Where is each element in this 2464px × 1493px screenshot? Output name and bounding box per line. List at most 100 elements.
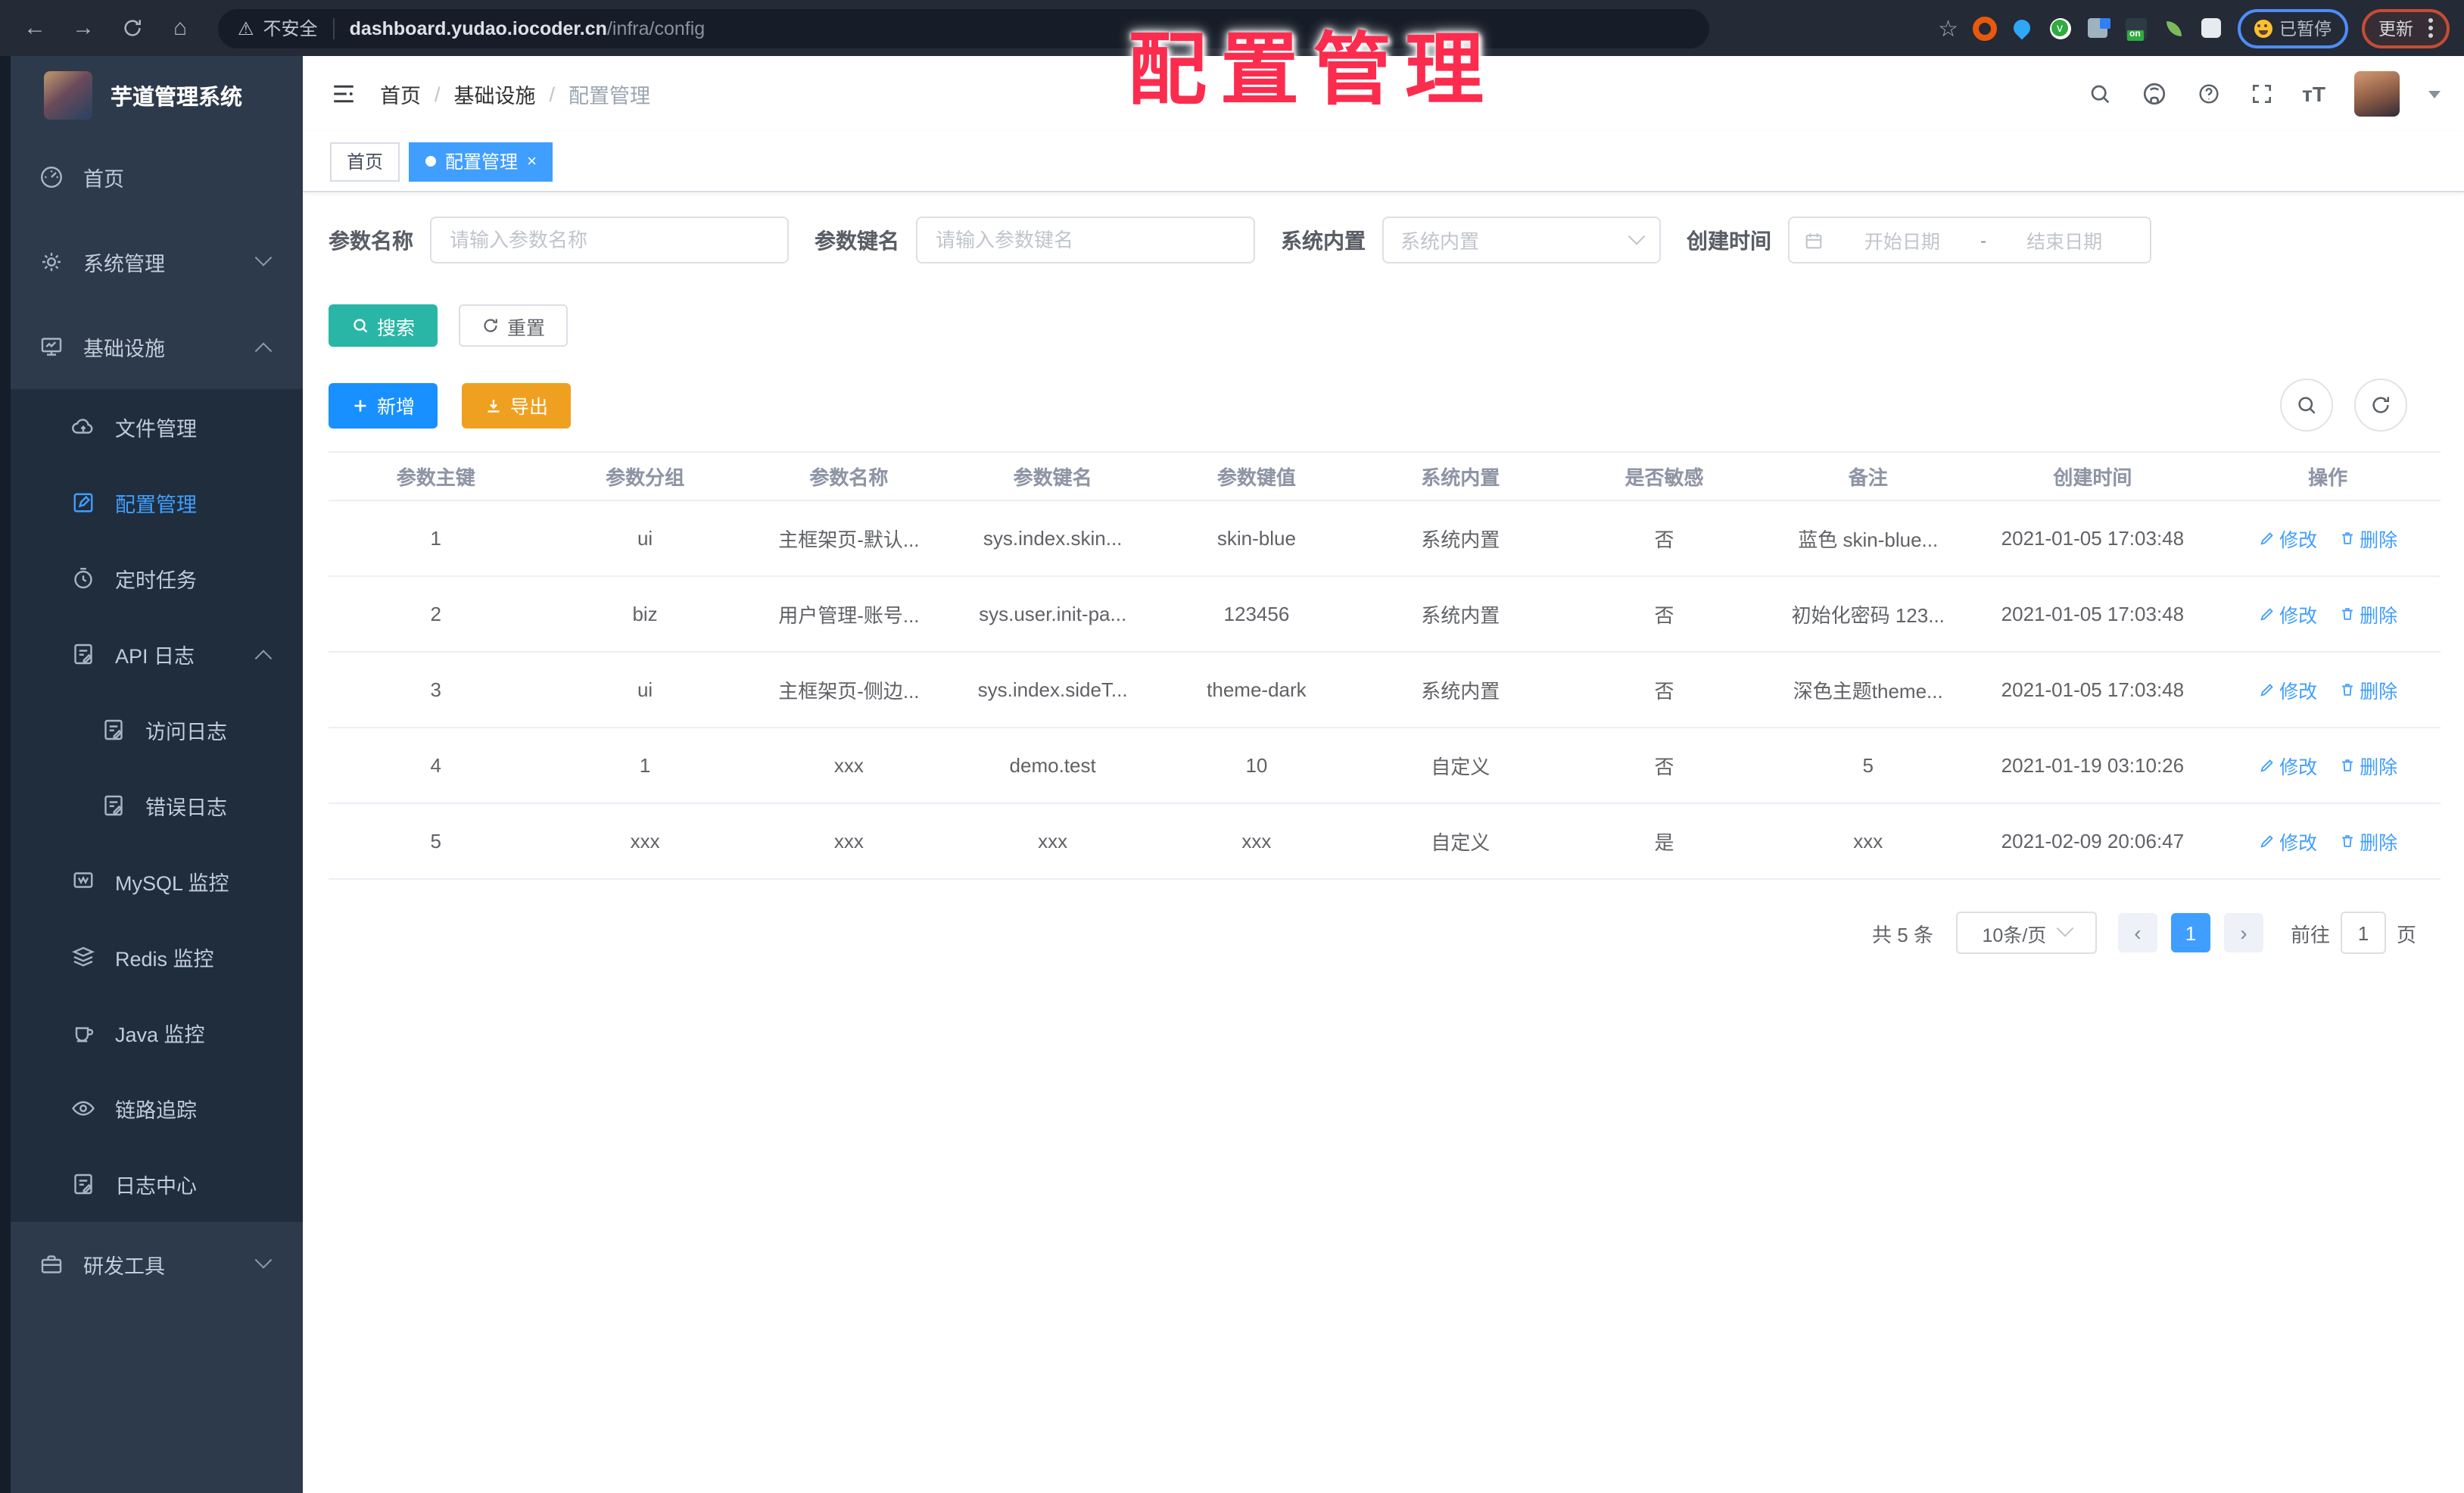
goto-page-input[interactable] <box>2340 912 2386 954</box>
chevron-up-icon <box>254 650 273 667</box>
system-type-select[interactable]: 系统内置 <box>1382 217 1661 263</box>
delete-link[interactable]: 删除 <box>2338 524 2397 553</box>
sidebar-item-job[interactable]: 定时任务 <box>0 541 303 616</box>
config-table: 参数主键 参数分组 参数名称 参数键名 参数键值 系统内置 是否敏感 备注 创建… <box>329 451 2441 880</box>
search-icon[interactable] <box>2087 82 2111 106</box>
edit-link[interactable]: 修改 <box>2258 675 2317 704</box>
page-size-select[interactable]: 10条/页 <box>1955 912 2097 954</box>
home-icon[interactable]: ⌂ <box>160 8 200 48</box>
reset-button[interactable]: 重置 <box>459 304 568 347</box>
header-icons: ᴛT <box>2087 71 2441 117</box>
bookmark-star-icon[interactable]: ☆ <box>1938 14 1958 42</box>
help-circle-icon[interactable] <box>2196 82 2220 106</box>
log-file-icon <box>100 792 127 819</box>
chevron-down-icon <box>254 1251 273 1269</box>
chevron-down-icon <box>1628 227 1646 245</box>
extension-icon-v[interactable]: v <box>2048 16 2072 40</box>
sidebar-item-config[interactable]: 配置管理 <box>0 465 303 541</box>
column-header: 参数键名 <box>951 451 1155 501</box>
param-key-input[interactable] <box>916 217 1255 263</box>
page-watermark-title: 配置管理 <box>1127 27 1498 115</box>
delete-link[interactable]: 删除 <box>2338 751 2397 780</box>
sidebar-item-redis[interactable]: Redis 监控 <box>0 919 303 995</box>
close-icon[interactable]: × <box>527 152 537 170</box>
sidebar-item-apilog[interactable]: API 日志 <box>0 616 303 692</box>
sidebar-item-tools[interactable]: 研发工具 <box>0 1222 303 1307</box>
extension-icon-leaf[interactable] <box>2161 16 2185 40</box>
table-row: 5 xxx xxx xxx xxx 自定义 是 xxx 2021-02-09 20:06… <box>329 803 2441 880</box>
extension-icon-donut[interactable] <box>1972 16 1996 40</box>
hide-search-button[interactable] <box>2280 379 2333 432</box>
sidebar-item-system[interactable]: 系统管理 <box>0 220 303 304</box>
paused-chip[interactable]: 已暂停 <box>2237 8 2348 48</box>
mysql-monitor-icon <box>70 868 97 895</box>
extensions-puzzle-icon[interactable] <box>2199 16 2223 40</box>
prev-page-button[interactable]: ‹ <box>2117 913 2157 952</box>
date-separator: - <box>1980 229 1987 251</box>
timer-icon <box>70 565 97 592</box>
extension-icon-on[interactable]: on <box>2125 17 2146 40</box>
sidebar-item-logcenter[interactable]: 日志中心 <box>0 1146 303 1222</box>
filter-date: 创建时间 开始日期 - 结束日期 <box>1687 217 2151 263</box>
export-button[interactable]: 导出 <box>462 382 572 428</box>
sidebar-item-home[interactable]: 首页 <box>0 135 303 220</box>
app-logo-row[interactable]: 芋道管理系统 <box>0 56 303 135</box>
column-header: 备注 <box>1766 451 1970 501</box>
current-page-button[interactable]: 1 <box>2170 913 2210 952</box>
forward-icon[interactable]: → <box>64 8 103 48</box>
github-icon[interactable] <box>2140 80 2167 108</box>
breadcrumb-separator: / <box>435 83 441 105</box>
extension-icon-cube[interactable] <box>2086 16 2110 40</box>
delete-link[interactable]: 删除 <box>2338 675 2397 704</box>
back-icon[interactable]: ← <box>15 8 55 48</box>
sidebar-item-label: 定时任务 <box>115 569 197 592</box>
edit-link[interactable]: 修改 <box>2258 524 2317 553</box>
edit-link[interactable]: 修改 <box>2258 600 2317 628</box>
breadcrumb-infra[interactable]: 基础设施 <box>454 79 536 109</box>
table-row: 1 ui 主框架页-默认... sys.index.skin... skin-blu… <box>329 500 2441 577</box>
table-tools <box>2280 379 2407 432</box>
tab-config[interactable]: 配置管理 × <box>409 142 553 181</box>
sidebar-item-mysql[interactable]: MySQL 监控 <box>0 843 303 919</box>
extension-icon-pin[interactable] <box>2009 15 2034 40</box>
sidebar-item-file[interactable]: 文件管理 <box>0 389 303 465</box>
column-header: 操作 <box>2215 451 2441 501</box>
browser-actions: ☆ v on 已暂停 更新 <box>1938 8 2450 48</box>
update-chip[interactable]: 更新 <box>2362 8 2450 48</box>
sidebar-toggle-icon[interactable] <box>330 80 357 108</box>
tab-home[interactable]: 首页 <box>330 142 400 181</box>
table-row: 2 biz 用户管理-账号... sys.user.init-pa... 12345… <box>329 576 2441 653</box>
chevron-down-icon[interactable] <box>2428 90 2441 104</box>
sidebar-item-accesslog[interactable]: 访问日志 <box>0 692 303 768</box>
avatar[interactable] <box>2354 71 2400 117</box>
sidebar-item-trace[interactable]: 链路追踪 <box>0 1071 303 1146</box>
sidebar: 芋道管理系统 首页 系统管理 基础设施 文件管理 配置管理 定时任务 API 日… <box>0 56 303 1493</box>
sidebar-item-errorlog[interactable]: 错误日志 <box>0 768 303 843</box>
sidebar-item-java[interactable]: Java 监控 <box>0 995 303 1071</box>
edit-link[interactable]: 修改 <box>2258 827 2317 856</box>
delete-link[interactable]: 删除 <box>2338 600 2397 628</box>
param-name-input[interactable] <box>430 217 789 263</box>
refresh-button[interactable] <box>2354 379 2407 432</box>
table-row: 3 ui 主框架页-侧边... sys.index.sideT... theme-d… <box>329 652 2441 728</box>
screen: ← → ⌂ ⚠ 不安全 dashboard.yudao.iocoder.cn /… <box>0 0 2464 1493</box>
breadcrumb-home[interactable]: 首页 <box>380 79 421 109</box>
sidebar-item-infra[interactable]: 基础设施 <box>0 304 303 389</box>
date-range-picker[interactable]: 开始日期 - 结束日期 <box>1788 217 2151 263</box>
filter-type: 系统内置 系统内置 <box>1281 217 1661 263</box>
next-page-button[interactable]: › <box>2223 913 2263 952</box>
briefcase-icon <box>38 1251 65 1278</box>
font-size-icon[interactable]: ᴛT <box>2302 82 2325 106</box>
browser-menu-icon[interactable] <box>2428 18 2433 38</box>
search-button[interactable]: 搜索 <box>329 304 438 347</box>
reload-icon[interactable] <box>112 8 151 48</box>
add-button[interactable]: 新增 <box>329 382 438 428</box>
fullscreen-icon[interactable] <box>2249 82 2273 106</box>
app-logo <box>44 71 92 120</box>
search-buttons-row: 搜索 重置 <box>329 304 2441 347</box>
edit-link[interactable]: 修改 <box>2258 751 2317 780</box>
log-file-icon <box>70 1170 97 1198</box>
sidebar-item-label: 首页 <box>83 168 124 191</box>
paused-label: 已暂停 <box>2279 20 2332 39</box>
delete-link[interactable]: 删除 <box>2338 827 2397 856</box>
